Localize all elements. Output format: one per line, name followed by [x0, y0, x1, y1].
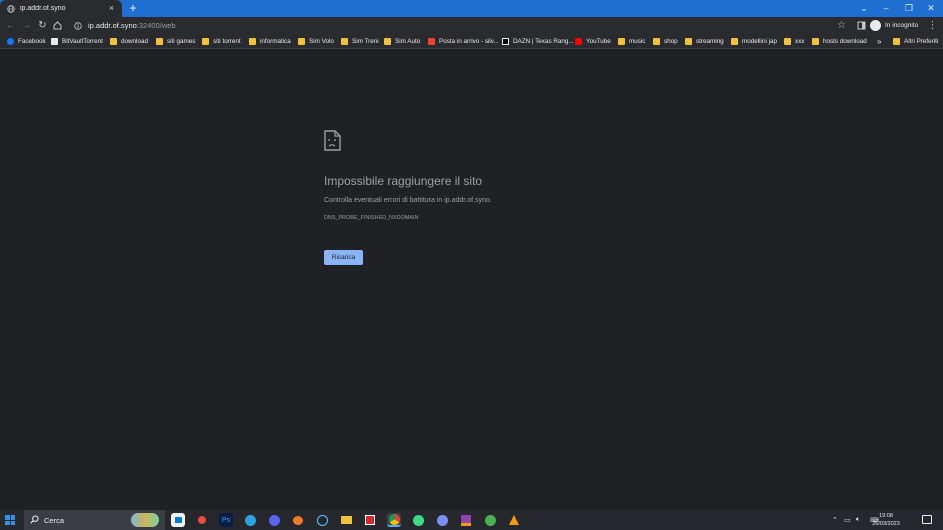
clock-time: 19:08 — [879, 513, 893, 519]
app-icon[interactable] — [195, 513, 209, 527]
bookmark-youtube[interactable]: YouTube — [575, 34, 611, 49]
forward-icon[interactable]: → — [20, 19, 33, 32]
bookmark-folder-siti-torrent[interactable]: siti torrent — [202, 34, 241, 49]
folder-icon — [341, 38, 348, 45]
bookmarks-bar: Facebook BitVaultTorrent download siti g… — [0, 34, 943, 49]
home-icon[interactable] — [51, 19, 64, 32]
globe-icon — [6, 4, 15, 13]
facebook-icon — [7, 38, 14, 45]
tab-close-icon[interactable]: × — [107, 4, 116, 13]
folder-icon — [893, 38, 900, 45]
error-code: DNS_PROBE_FINISHED_NXDOMAIN — [324, 215, 419, 221]
tab-title: ip.addr.of.syno — [20, 5, 66, 12]
chrome-icon[interactable] — [387, 513, 401, 527]
folder-icon — [618, 38, 625, 45]
folder-icon — [298, 38, 305, 45]
address-bar[interactable]: ip.addr.of.syno :32400/web — [68, 18, 852, 33]
browser-tab[interactable]: ip.addr.of.syno × — [0, 0, 122, 17]
microsoft-store-icon[interactable] — [171, 513, 185, 527]
bookmark-folder-xxx[interactable]: xxx — [784, 34, 804, 49]
incognito-profile[interactable]: In incognito — [870, 18, 918, 33]
more-bookmarks-chevron-icon[interactable]: » — [877, 34, 881, 49]
telegram-icon[interactable] — [243, 513, 257, 527]
bookmark-folder-streaming[interactable]: streaming — [685, 34, 724, 49]
winrar-icon[interactable] — [459, 513, 473, 527]
folder-icon — [685, 38, 692, 45]
sad-page-icon — [324, 130, 341, 151]
reload-icon[interactable]: ↻ — [36, 19, 49, 32]
restore-button[interactable]: ❐ — [898, 0, 920, 17]
show-hidden-icons-icon[interactable]: ⌃ — [832, 510, 838, 530]
url-path: :32400/web — [136, 21, 176, 30]
taskbar: Cerca Ps ⌃ ▭ 🔈︎ ⌨︎ 19:08 26/03/2023 — [0, 510, 943, 530]
bookmark-folder-hosts-download[interactable]: hosts download — [812, 34, 867, 49]
menu-icon[interactable]: ⋮ — [926, 19, 939, 32]
bookmark-folder-informatica[interactable]: informatica — [249, 34, 291, 49]
bookmark-facebook[interactable]: Facebook — [7, 34, 46, 49]
discord-icon[interactable] — [267, 513, 281, 527]
side-panel-icon[interactable] — [855, 19, 868, 32]
new-tab-button[interactable]: + — [127, 2, 139, 14]
error-message: Controlla eventuali errori di battitura … — [324, 197, 492, 204]
reload-button[interactable]: Ricarica — [324, 250, 363, 265]
screen: ip.addr.of.syno × + ⌄ – ❐ ✕ ← → ↻ ip.add… — [0, 0, 943, 530]
folder-icon — [110, 38, 117, 45]
blender-icon[interactable] — [291, 513, 305, 527]
profile-label: In incognito — [885, 22, 919, 29]
url-host: ip.addr.of.syno — [88, 21, 137, 30]
folder-icon — [812, 38, 819, 45]
search-icon — [30, 511, 39, 529]
bookmark-folder-other[interactable]: Altri Preferiti — [893, 34, 938, 49]
bookmark-dazn[interactable]: DAZN | Texas Rang... — [502, 34, 574, 49]
windows-start-icon[interactable] — [5, 515, 15, 525]
tab-search-icon[interactable]: ⌄ — [853, 0, 875, 17]
bookmark-folder-modellini-jap[interactable]: modellini jap — [731, 34, 777, 49]
folder-icon — [156, 38, 163, 45]
bookmark-folder-siti-games[interactable]: siti games — [156, 34, 195, 49]
folder-icon — [384, 38, 391, 45]
folder-icon — [731, 38, 738, 45]
close-window-button[interactable]: ✕ — [920, 0, 942, 17]
chat-app-icon[interactable] — [435, 513, 449, 527]
network-icon[interactable]: ▭ — [844, 510, 851, 530]
calendar-app-icon[interactable] — [363, 513, 377, 527]
title-bar: ip.addr.of.syno × + ⌄ – ❐ ✕ — [0, 0, 943, 17]
bookmark-folder-sim-auto[interactable]: Sim Auto — [384, 34, 420, 49]
vlc-icon[interactable] — [507, 513, 521, 527]
photoshop-icon[interactable]: Ps — [219, 513, 233, 527]
clock-date: 26/03/2023 — [872, 521, 900, 527]
volume-icon[interactable]: 🔈︎ — [856, 510, 860, 530]
back-icon[interactable]: ← — [4, 19, 17, 32]
steam-icon[interactable] — [315, 513, 329, 527]
gmail-icon — [428, 38, 435, 45]
android-app-icon[interactable] — [411, 513, 425, 527]
info-icon[interactable] — [74, 17, 82, 35]
dazn-icon — [502, 38, 509, 45]
bookmark-folder-download[interactable]: download — [110, 34, 148, 49]
search-highlight-image — [131, 513, 159, 527]
notification-icon[interactable] — [922, 515, 932, 524]
bitvault-icon — [51, 38, 58, 45]
bookmark-folder-shop[interactable]: shop — [653, 34, 678, 49]
bookmark-folder-sim-volo[interactable]: Sim Volo — [298, 34, 334, 49]
bookmark-folder-music[interactable]: music — [618, 34, 645, 49]
bookmark-folder-sim-treni[interactable]: Sim Treni — [341, 34, 379, 49]
bookmark-star-icon[interactable]: ☆ — [835, 19, 848, 32]
file-explorer-icon[interactable] — [339, 513, 353, 527]
search-placeholder: Cerca — [44, 515, 65, 525]
youtube-icon — [575, 38, 582, 45]
bookmark-gmail[interactable]: Posta in arrivo - silv... — [428, 34, 499, 49]
folder-icon — [784, 38, 791, 45]
folder-icon — [249, 38, 256, 45]
taskbar-search[interactable]: Cerca — [24, 510, 165, 530]
folder-icon — [653, 38, 660, 45]
bookmark-bitvault[interactable]: BitVaultTorrent — [51, 34, 103, 49]
error-title: Impossibile raggiungere il sito — [324, 174, 483, 188]
minimize-button[interactable]: – — [875, 0, 897, 17]
incognito-icon — [870, 20, 881, 31]
toolbar: ← → ↻ ip.addr.of.syno :32400/web ☆ In in… — [0, 17, 943, 34]
taskbar-clock[interactable]: 19:08 26/03/2023 — [864, 512, 908, 528]
utorrent-icon[interactable] — [483, 513, 497, 527]
folder-icon — [202, 38, 209, 45]
